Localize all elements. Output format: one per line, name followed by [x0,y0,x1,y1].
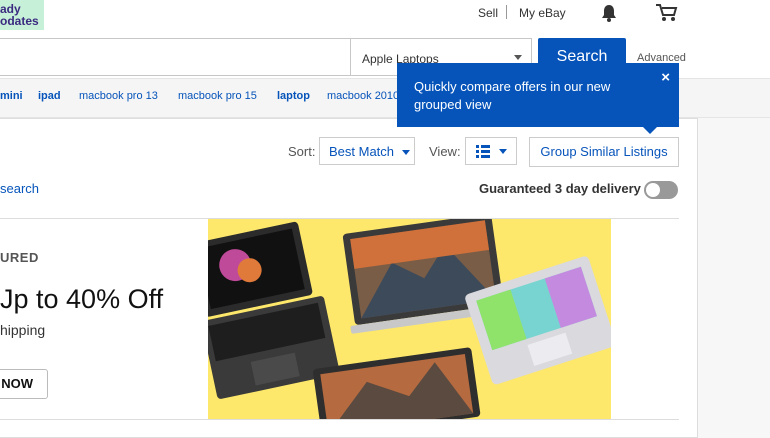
guaranteed-delivery-label: Guaranteed 3 day delivery [479,181,641,196]
guaranteed-delivery-toggle[interactable] [644,181,678,199]
related-search-link[interactable]: macbook 2010 [327,90,399,102]
toggle-knob [646,183,660,197]
sell-link[interactable]: Sell [478,6,498,20]
related-search-link[interactable]: ipad [38,90,61,102]
divider [506,5,507,19]
related-search-link[interactable]: macbook pro 13 [79,90,158,102]
chevron-down-icon [514,55,522,60]
top-header: ady odates Sell My eBay [0,0,770,31]
bell-icon[interactable] [599,3,619,28]
sort-label: Sort: [288,144,316,159]
my-ebay-link[interactable]: My eBay [519,6,566,20]
sort-value: Best Match [329,144,395,159]
featured-subtext: hipping [0,322,46,338]
group-similar-listings-button[interactable]: Group Similar Listings [529,137,679,167]
view-label: View: [429,144,461,159]
divider [0,419,679,420]
related-search-link[interactable]: macbook pro 15 [178,90,257,102]
list-view-icon [476,145,490,158]
search-input[interactable] [0,38,352,76]
view-dropdown[interactable] [465,137,517,165]
sort-dropdown[interactable]: Best Match [319,137,415,165]
tooltip-text: Quickly compare offers in our new groupe… [414,79,611,112]
related-search-link[interactable]: laptop [277,90,310,102]
chevron-down-icon [499,149,507,154]
grouped-view-tooltip: Quickly compare offers in our new groupe… [397,63,679,134]
close-icon[interactable]: × [661,69,670,87]
promo-logo[interactable]: ady odates [0,0,44,30]
shop-now-button[interactable]: NOW [0,369,48,399]
cart-icon[interactable] [655,3,679,28]
featured-tag: URED [0,250,39,265]
save-search-link[interactable]: search [0,181,39,196]
featured-headline: Jp to 40% Off [0,284,164,314]
tooltip-arrow [643,127,657,134]
chevron-down-icon [402,150,410,155]
promo-line-2: odates [0,14,39,28]
related-search-link[interactable]: mini [0,90,23,102]
featured-banner-image[interactable] [208,219,611,419]
